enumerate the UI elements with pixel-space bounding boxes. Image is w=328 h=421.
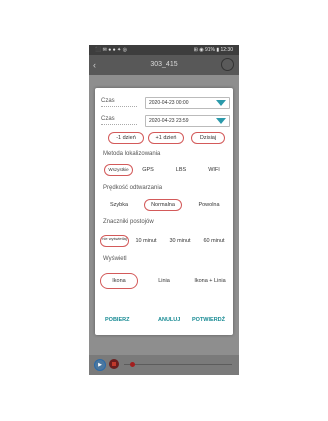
date-to-row: Czas 2020-04-23 23:59	[101, 114, 230, 130]
download-button[interactable]: POBIERZ	[105, 317, 129, 323]
back-icon[interactable]: ‹	[93, 55, 96, 75]
stops-title: Znaczniki postojów	[103, 219, 154, 225]
date-from-underline	[101, 106, 137, 107]
cancel-button[interactable]: ANULUJ	[158, 317, 180, 323]
history-dialog: Czas 2020-04-23 00:00 Czas 2020-04-23 23…	[95, 88, 233, 335]
display-option-icon-line[interactable]: Ikona + Linia	[187, 273, 233, 289]
date-to-underline	[101, 124, 137, 125]
playback-track[interactable]	[124, 364, 232, 365]
playback-knob[interactable]	[130, 362, 135, 367]
minus-day-button[interactable]: -1 dzień	[108, 132, 144, 144]
date-from-field[interactable]: 2020-04-23 00:00	[145, 97, 230, 109]
date-from-label: Czas	[101, 98, 115, 104]
status-icons-right: ⊞ ◉ 91% ▮ 12:30	[193, 47, 233, 53]
speed-option-normal[interactable]: Normalna	[144, 199, 182, 211]
stop-icon	[112, 362, 116, 366]
stops-option-30[interactable]: 30 minut	[164, 235, 196, 247]
status-bar: ⬛ ✉ ● ● ✦ ◎ ⊞ ◉ 91% ▮ 12:30	[89, 45, 239, 55]
app-bar: ‹ 303_415	[89, 55, 239, 75]
date-from-row: Czas 2020-04-23 00:00	[101, 96, 230, 112]
playback-bar: ▶	[89, 355, 239, 375]
localization-title: Metoda lokalizowania	[103, 151, 161, 157]
date-to-label: Czas	[101, 116, 115, 122]
date-to-value: 2020-04-23 23:59	[149, 118, 189, 124]
stops-option-none[interactable]: nie wyświetlaj	[100, 235, 129, 247]
stops-option-60[interactable]: 60 minut	[198, 235, 230, 247]
loc-option-lbs[interactable]: LBS	[169, 164, 193, 176]
speed-option-slow[interactable]: Powolna	[190, 199, 228, 211]
display-option-line[interactable]: Linia	[145, 273, 183, 289]
play-button[interactable]: ▶	[94, 359, 106, 371]
confirm-button[interactable]: POTWIERDŹ	[192, 317, 225, 323]
stops-option-10[interactable]: 10 minut	[130, 235, 162, 247]
device-title: 303_415	[150, 61, 178, 68]
loc-option-wifi[interactable]: WIFI	[202, 164, 226, 176]
loc-option-gps[interactable]: GPS	[136, 164, 160, 176]
plus-day-button[interactable]: +1 dzień	[148, 132, 184, 144]
speed-option-fast[interactable]: Szybka	[101, 199, 137, 211]
date-from-value: 2020-04-23 00:00	[149, 100, 189, 106]
display-title: Wyświetl	[103, 256, 127, 262]
speed-title: Prędkość odtwarzania	[103, 185, 163, 191]
status-icons-left: ⬛ ✉ ● ● ✦ ◎	[95, 47, 127, 53]
date-to-dropdown-icon[interactable]	[216, 118, 226, 124]
loc-option-all[interactable]: Wszystkie	[104, 164, 133, 176]
menu-icon[interactable]	[221, 58, 234, 71]
date-to-field[interactable]: 2020-04-23 23:59	[145, 115, 230, 127]
date-from-dropdown-icon[interactable]	[216, 100, 226, 106]
display-option-icon[interactable]: Ikona	[100, 273, 138, 289]
stop-button[interactable]	[109, 359, 119, 369]
today-button[interactable]: Dzisiaj	[191, 132, 225, 144]
